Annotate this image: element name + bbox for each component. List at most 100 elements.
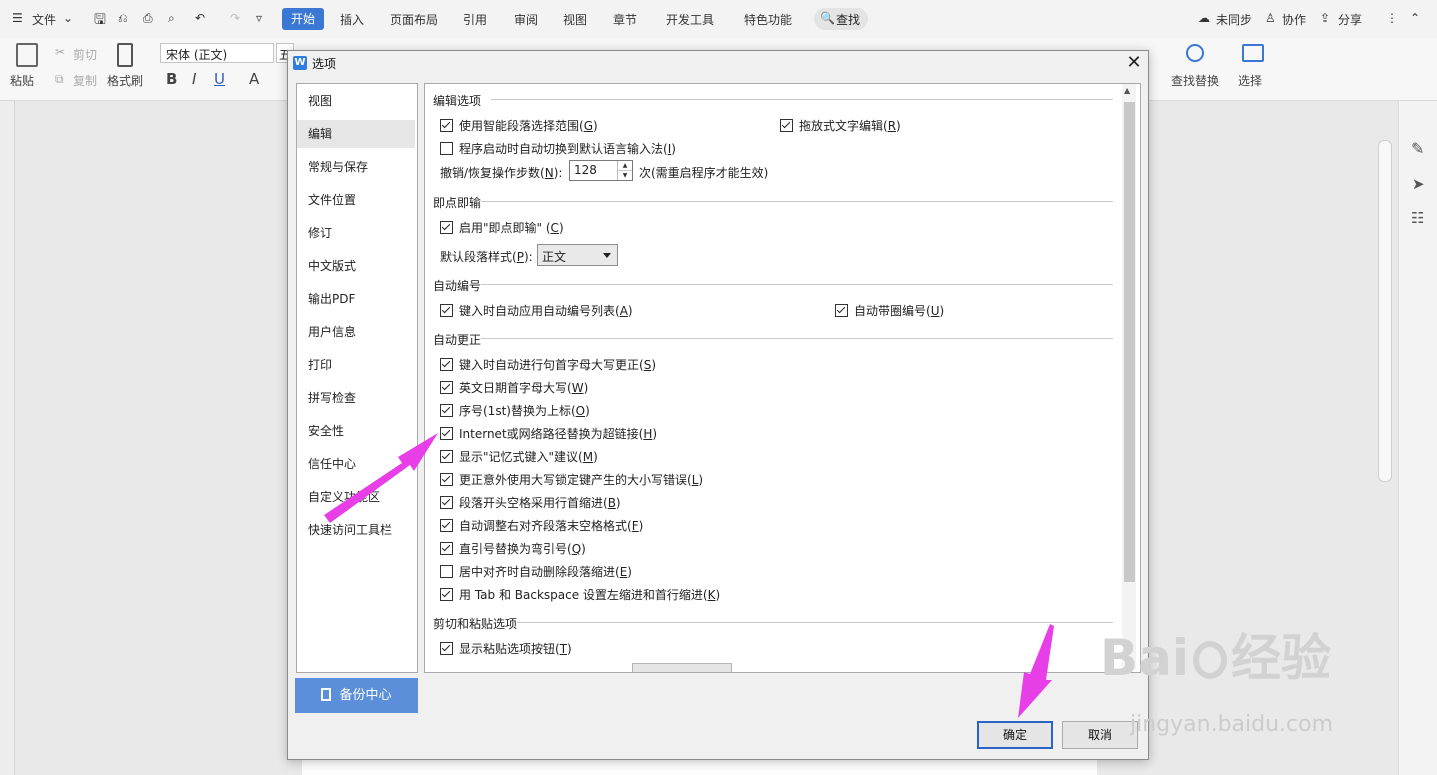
format-painter-button[interactable]: 格式刷 [107, 72, 143, 89]
opt-ordinal-superscript[interactable]: 序号(1st)替换为上标(O) [440, 402, 590, 420]
copy-button[interactable]: 复制 [73, 72, 97, 89]
nav-item-file-location[interactable]: 文件位置 [297, 186, 415, 214]
checkbox[interactable] [440, 565, 453, 578]
nav-item-view[interactable]: 视图 [297, 87, 415, 115]
opt-hyperlink-replace[interactable]: Internet或网络路径替换为超链接(H) [440, 425, 657, 443]
scroll-up-icon[interactable]: ▲ [1124, 86, 1130, 95]
backup-center-button[interactable]: 备份中心 [295, 678, 418, 713]
tab-references[interactable]: 引用 [463, 11, 487, 28]
opt-auto-ime[interactable]: 程序启动时自动切换到默认语言输入法(I) [440, 140, 676, 158]
tab-chapter[interactable]: 章节 [613, 11, 637, 28]
tab-view[interactable]: 视图 [563, 11, 587, 28]
opt-autocomplete-suggest[interactable]: 显示"记忆式键入"建议(M) [440, 448, 598, 466]
nav-item-revision[interactable]: 修订 [297, 219, 415, 247]
nav-item-chinese-layout[interactable]: 中文版式 [297, 252, 415, 280]
opt-capitalize-first-letter[interactable]: 键入时自动进行句首字母大写更正(S) [440, 356, 656, 374]
cursor-icon[interactable]: ➤ [1412, 175, 1425, 193]
tab-start[interactable]: 开始 [282, 8, 324, 30]
underline-icon[interactable]: U [214, 70, 225, 88]
spin-up-icon[interactable]: ▲ [618, 161, 632, 171]
undo-icon[interactable]: ↶ [195, 11, 205, 25]
checkbox[interactable] [440, 381, 453, 394]
font-color-icon[interactable]: A [249, 70, 259, 88]
cut-button[interactable]: 剪切 [73, 46, 97, 63]
tab-features[interactable]: 特色功能 [744, 11, 792, 28]
checkbox[interactable] [440, 642, 453, 655]
paste-button[interactable]: 粘贴 [10, 72, 34, 89]
tab-page-layout[interactable]: 页面布局 [390, 11, 438, 28]
italic-icon[interactable]: I [192, 70, 196, 88]
opt-show-paste-button[interactable]: 显示粘贴选项按钮(T) [440, 640, 572, 658]
checkbox[interactable] [440, 542, 453, 555]
settings-sliders-icon[interactable]: ☷ [1411, 209, 1424, 227]
opt-enable-click-and-type[interactable]: 启用"即点即输" (C) [440, 219, 564, 237]
hamburger-icon[interactable]: ☰ [12, 11, 23, 25]
checkbox[interactable] [780, 119, 793, 132]
nav-item-edit[interactable]: 编辑 [297, 120, 415, 148]
print-icon[interactable]: ⎙ [143, 11, 153, 26]
share-button[interactable]: 分享 [1338, 11, 1362, 28]
checkbox[interactable] [440, 142, 453, 155]
cancel-button[interactable]: 取消 [1062, 721, 1138, 749]
document-scrollbar[interactable] [1378, 140, 1392, 482]
customize-toolbar-icon[interactable]: ▿ [256, 11, 262, 25]
scrollbar-thumb[interactable] [1124, 102, 1135, 582]
checkbox[interactable] [440, 588, 453, 601]
opt-auto-circle-number[interactable]: 自动带圈编号(U) [835, 302, 944, 320]
opt-smart-para-select[interactable]: 使用智能段落选择范围(G) [440, 117, 598, 135]
default-style-select[interactable]: 正文 [537, 244, 618, 266]
option-label-end: ) [567, 642, 572, 656]
find-replace-icon[interactable] [1186, 44, 1204, 62]
spin-down-icon[interactable]: ▼ [618, 171, 632, 180]
opt-capitalize-dates[interactable]: 英文日期首字母大写(W) [440, 379, 588, 397]
close-icon[interactable]: ✕ [1124, 53, 1144, 73]
redo-icon[interactable]: ↷ [230, 11, 240, 25]
tab-review[interactable]: 审阅 [514, 11, 538, 28]
opt-center-remove-indent[interactable]: 居中对齐时自动删除段落缩进(E) [440, 563, 632, 581]
nav-item-print[interactable]: 打印 [297, 351, 415, 379]
opt-auto-number-list[interactable]: 键入时自动应用自动编号列表(A) [440, 302, 633, 320]
select-icon[interactable] [1242, 44, 1264, 62]
opt-leading-space-indent[interactable]: 段落开头空格采用行首缩进(B) [440, 494, 621, 512]
opt-drag-drop-edit[interactable]: 拖放式文字编辑(R) [780, 117, 901, 135]
checkbox[interactable] [440, 119, 453, 132]
more-icon[interactable]: ⋮ [1386, 11, 1398, 25]
edit-pen-icon[interactable]: ✎ [1411, 139, 1424, 158]
undo-steps-spinner[interactable]: 128 ▲ ▼ [569, 160, 633, 181]
bold-icon[interactable]: B [166, 70, 177, 88]
opt-capslock-correct[interactable]: 更正意外使用大写锁定键产生的大小写错误(L) [440, 471, 703, 489]
opt-tab-backspace-indent[interactable]: 用 Tab 和 Backspace 设置左缩进和首行缩进(K) [440, 586, 720, 604]
tab-insert[interactable]: 插入 [340, 11, 364, 28]
tab-developer[interactable]: 开发工具 [666, 11, 714, 28]
collaborate-button[interactable]: 协作 [1282, 11, 1306, 28]
file-dropdown-icon[interactable]: ⌄ [63, 11, 73, 25]
default-style-label: 默认段落样式(P): [440, 250, 533, 264]
opt-smart-quotes[interactable]: 直引号替换为弯引号(Q) [440, 540, 586, 558]
save-icon[interactable]: 🖫 [94, 9, 106, 33]
sync-status[interactable]: 未同步 [1216, 11, 1252, 28]
format-painter-icon[interactable] [117, 43, 133, 67]
file-menu[interactable]: 文件 [32, 11, 56, 28]
find-replace-button[interactable]: 查找替换 [1171, 72, 1219, 89]
nav-item-spell-check[interactable]: 拼写检查 [297, 384, 415, 412]
font-name-select[interactable]: 宋体 (正文) [160, 43, 274, 63]
checkbox[interactable] [440, 358, 453, 371]
collapse-ribbon-icon[interactable]: ⌃ [1410, 11, 1420, 25]
option-accesskey: R [887, 119, 897, 133]
checkbox[interactable] [440, 221, 453, 234]
partial-dropdown[interactable] [632, 663, 732, 672]
print-preview-icon[interactable]: ⌕ [168, 11, 175, 26]
search-box[interactable]: 🔍 查找 [814, 8, 868, 30]
paste-icon[interactable] [16, 43, 38, 67]
option-label: 拖放式文字编辑( [799, 119, 888, 133]
select-button[interactable]: 选择 [1238, 72, 1262, 89]
options-scrollbar[interactable]: ▲ ▼ [1122, 84, 1136, 670]
nav-item-general-save[interactable]: 常规与保存 [297, 153, 415, 181]
checkbox[interactable] [835, 304, 848, 317]
quick-tool-icon[interactable]: ⎌ [118, 11, 128, 26]
section-divider [491, 99, 1113, 100]
nav-item-export-pdf[interactable]: 输出PDF [297, 285, 415, 313]
opt-trailing-space-format[interactable]: 自动调整右对齐段落末空格格式(F) [440, 517, 643, 535]
nav-item-user-info[interactable]: 用户信息 [297, 318, 415, 346]
checkbox[interactable] [440, 304, 453, 317]
